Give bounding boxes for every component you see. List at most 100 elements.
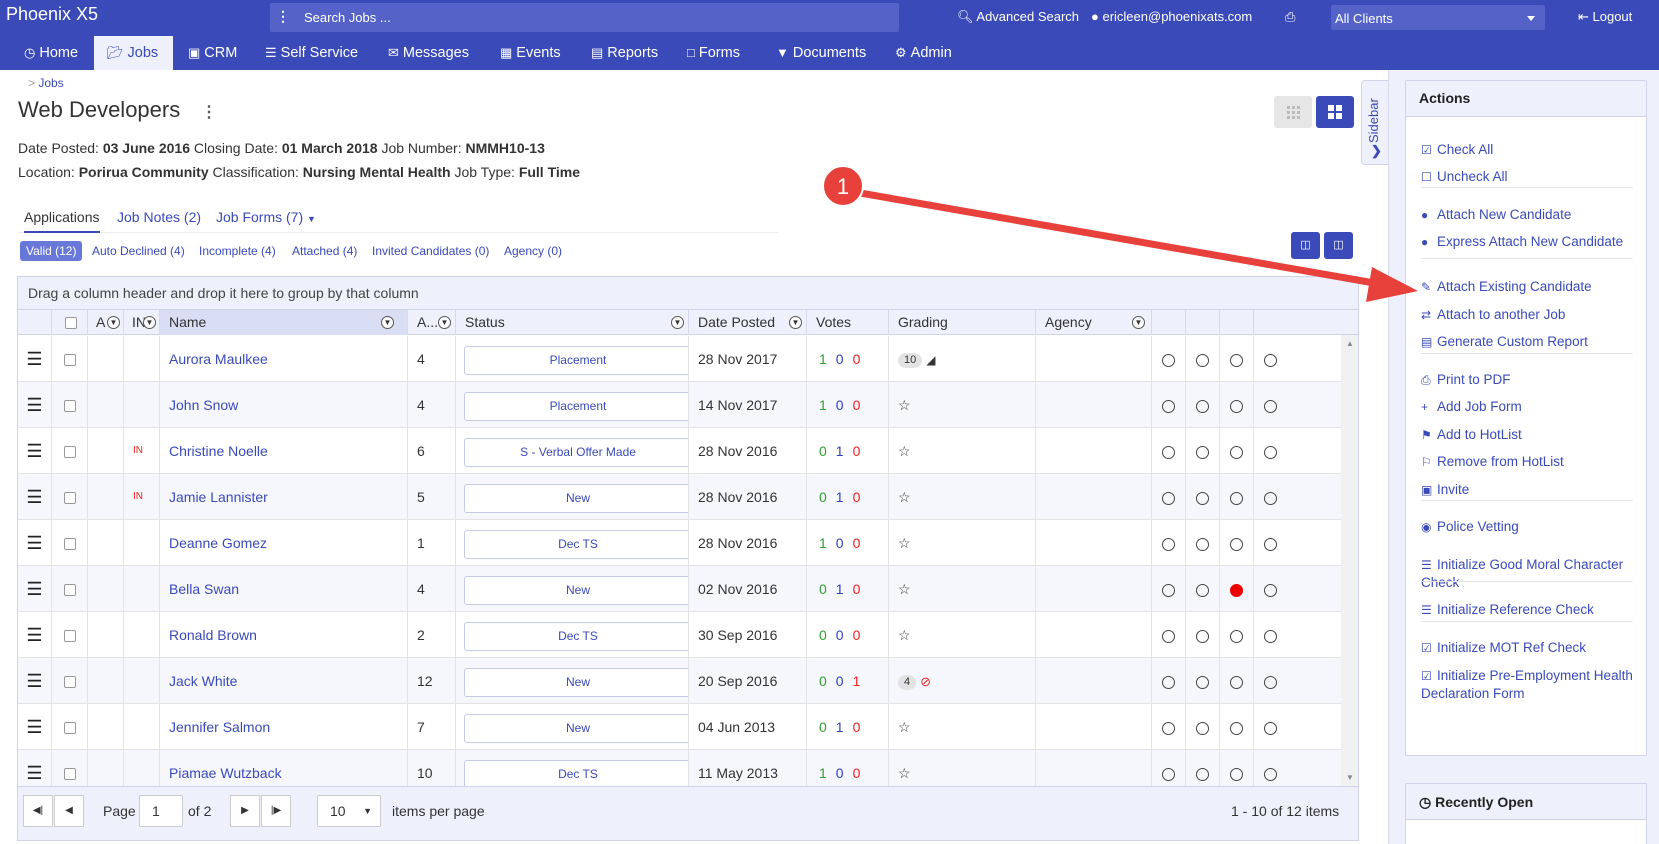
filter-icon[interactable]: ▼: [789, 316, 802, 329]
vote-no[interactable]: 0: [853, 719, 861, 735]
action-express-attach-new-candidate[interactable]: ● Express Attach New Candidate: [1421, 233, 1641, 251]
vote-neutral[interactable]: 1: [836, 581, 844, 597]
table-row[interactable]: ☰ Jennifer Salmon 7 New 04 Jun 2013 0 1 0 ☆: [18, 704, 1341, 750]
action-check-all[interactable]: ☑ Check All: [1421, 141, 1641, 159]
status-button[interactable]: Placement: [464, 346, 688, 375]
filter-icon[interactable]: ▼: [143, 316, 156, 329]
status-button[interactable]: Dec TS: [464, 530, 688, 559]
col-select-all[interactable]: [51, 310, 87, 335]
job-search-box[interactable]: ⋮ Search Jobs ...: [270, 3, 899, 32]
mark-circle-icon[interactable]: [1196, 721, 1209, 735]
action-initialize-reference-check[interactable]: ☰ Initialize Reference Check: [1421, 601, 1641, 619]
user-menu[interactable]: ● ericleen@phoenixats.com: [1091, 9, 1252, 24]
drag-handle-icon[interactable]: ☰: [18, 336, 51, 382]
mark-circle-icon[interactable]: [1196, 537, 1209, 551]
search-input[interactable]: Search Jobs ...: [304, 10, 391, 25]
mark-circle-icon[interactable]: [1196, 583, 1209, 597]
action-attach-to-another-job[interactable]: ⇄ Attach to another Job: [1421, 306, 1641, 324]
vote-no[interactable]: 0: [853, 535, 861, 551]
vote-neutral[interactable]: 0: [836, 397, 844, 413]
vote-yes[interactable]: 0: [819, 581, 827, 597]
star-icon[interactable]: ☆: [898, 627, 911, 643]
mark-circle-icon[interactable]: [1264, 399, 1277, 413]
mark-circle-icon[interactable]: [1230, 629, 1243, 643]
tab-job-forms[interactable]: Job Forms (7) ▼: [216, 209, 316, 225]
mark-circle-icon[interactable]: [1230, 721, 1243, 735]
row-checkbox[interactable]: [63, 492, 76, 505]
vote-no[interactable]: 0: [853, 627, 861, 643]
status-button[interactable]: S - Verbal Offer Made: [464, 438, 688, 467]
sidebar-toggle[interactable]: Sidebar ❯: [1361, 80, 1391, 165]
mark-circle-icon[interactable]: [1230, 445, 1243, 459]
last-page-button[interactable]: |▶: [261, 795, 291, 827]
filter-agency[interactable]: Agency (0): [498, 241, 568, 261]
mark-circle-icon[interactable]: [1264, 583, 1277, 597]
app-logo[interactable]: Phoenix X5: [6, 4, 98, 25]
mark-circle-icon[interactable]: [1162, 629, 1175, 643]
filter-icon[interactable]: ▼: [107, 316, 120, 329]
advanced-search-link[interactable]: 🔍︎ Advanced Search: [957, 9, 1079, 25]
star-icon[interactable]: ☆: [898, 765, 911, 781]
vote-yes[interactable]: 1: [819, 397, 827, 413]
mark-circle-icon[interactable]: [1264, 675, 1277, 689]
mark-circle-icon[interactable]: [1196, 399, 1209, 413]
mark-circle-icon[interactable]: [1196, 675, 1209, 689]
status-button[interactable]: New: [464, 576, 688, 605]
drag-handle-icon[interactable]: ☰: [18, 474, 51, 520]
candidate-name-link[interactable]: Ronald Brown: [159, 612, 407, 658]
filter-invited-candidates[interactable]: Invited Candidates (0): [366, 241, 495, 261]
vote-no[interactable]: 0: [853, 351, 861, 367]
action-print-to-pdf[interactable]: ⎙ Print to PDF: [1421, 371, 1641, 389]
drag-handle-icon[interactable]: ☰: [18, 428, 51, 474]
vote-neutral[interactable]: 1: [836, 489, 844, 505]
action-police-vetting[interactable]: ◉ Police Vetting: [1421, 518, 1641, 536]
status-button[interactable]: Dec TS: [464, 622, 688, 651]
vote-no[interactable]: 0: [853, 397, 861, 413]
row-checkbox[interactable]: [63, 768, 76, 781]
table-row[interactable]: ☰ Bella Swan 4 New 02 Nov 2016 0 1 0 ☆: [18, 566, 1341, 612]
mark-circle-icon[interactable]: [1264, 537, 1277, 551]
vote-yes[interactable]: 0: [819, 673, 827, 689]
table-row[interactable]: ☰ Deanne Gomez 1 Dec TS 28 Nov 2016 1 0 0 ☆: [18, 520, 1341, 566]
candidate-name-link[interactable]: Jennifer Salmon: [159, 704, 407, 750]
row-checkbox[interactable]: [63, 446, 76, 459]
action-remove-from-hotlist[interactable]: ⚐ Remove from HotList: [1421, 453, 1641, 471]
mark-circle-icon[interactable]: [1162, 675, 1175, 689]
nav-messages[interactable]: ✉ Messages: [386, 36, 471, 70]
candidate-name-link[interactable]: Deanne Gomez: [159, 520, 407, 566]
tab-applications[interactable]: Applications: [24, 209, 100, 233]
nav-jobs[interactable]: 📂︎ Jobs: [94, 36, 173, 70]
vote-no[interactable]: 0: [853, 443, 861, 459]
status-button[interactable]: Dec TS: [464, 760, 688, 789]
drag-handle-icon[interactable]: ☰: [18, 566, 51, 612]
vote-neutral[interactable]: 0: [836, 673, 844, 689]
mark-circle-icon[interactable]: [1162, 721, 1175, 735]
col-age[interactable]: A... ▼: [407, 310, 455, 335]
client-select[interactable]: All Clients: [1331, 5, 1545, 30]
scroll-up-icon[interactable]: ▲: [1346, 339, 1354, 348]
action-initialize-pre-employment-health-declaration-form[interactable]: ☑ Initialize Pre-Employment Health Declar…: [1421, 667, 1641, 703]
row-checkbox[interactable]: [63, 354, 76, 367]
export-pdf-button[interactable]: ◫: [1324, 232, 1353, 259]
star-icon[interactable]: ☆: [898, 719, 911, 735]
action-attach-new-candidate[interactable]: ● Attach New Candidate: [1421, 206, 1641, 224]
col-name[interactable]: Name ▼: [159, 310, 407, 335]
action-attach-existing-candidate[interactable]: ✎ Attach Existing Candidate: [1421, 278, 1641, 296]
status-button[interactable]: Placement: [464, 392, 688, 421]
table-row[interactable]: ☰ IN Jamie Lannister 5 New 28 Nov 2016 0 1 0 ☆: [18, 474, 1341, 520]
action-invite[interactable]: ▣ Invite: [1421, 481, 1641, 499]
star-icon[interactable]: ☆: [898, 535, 911, 551]
nav-admin[interactable]: ⚙ Admin: [893, 36, 954, 70]
first-page-button[interactable]: ◀|: [23, 795, 53, 827]
drag-handle-icon[interactable]: ☰: [18, 658, 51, 704]
page-number-input[interactable]: 1: [139, 795, 183, 827]
mark-circle-icon[interactable]: [1162, 583, 1175, 597]
filter-incomplete[interactable]: Incomplete (4): [193, 241, 282, 261]
mark-circle-icon[interactable]: [1264, 767, 1277, 781]
row-checkbox[interactable]: [63, 400, 76, 413]
nav-documents[interactable]: ▼ Documents: [774, 36, 868, 70]
col-in[interactable]: IN ▼: [123, 310, 159, 335]
col-votes[interactable]: Votes: [806, 310, 888, 335]
drag-handle-icon[interactable]: ☰: [18, 704, 51, 750]
nav-reports[interactable]: ▤ Reports: [589, 36, 660, 70]
